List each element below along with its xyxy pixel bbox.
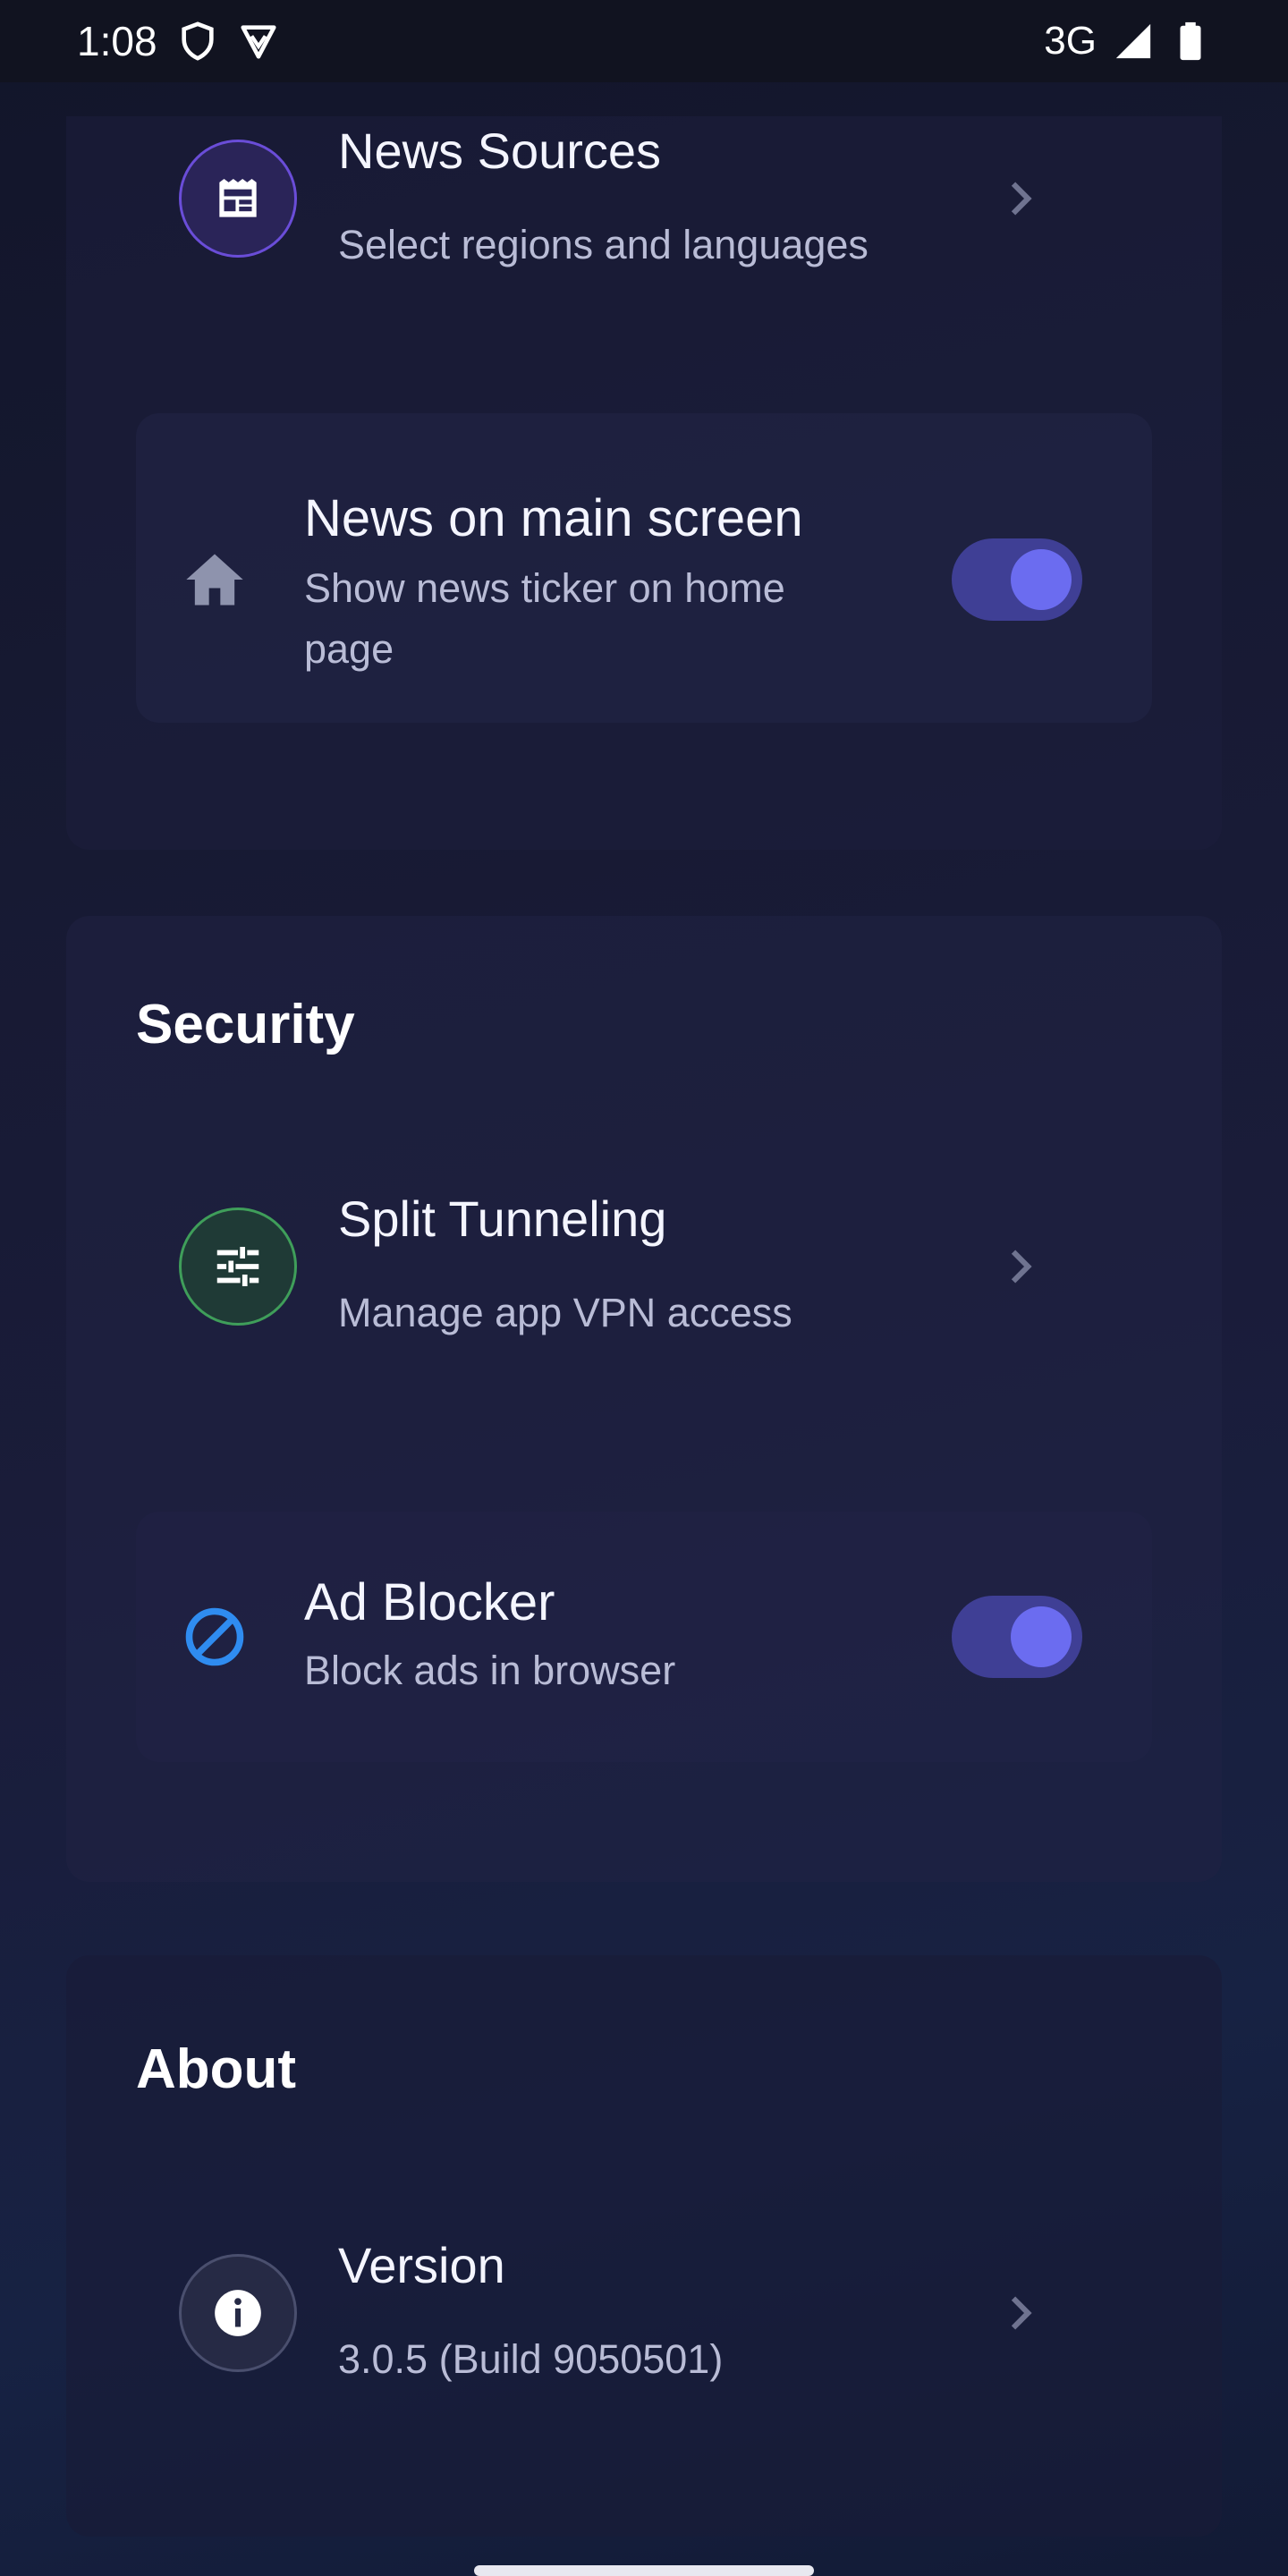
split-tunneling-row[interactable]: Split Tunneling Manage app VPN access	[136, 1177, 1152, 1356]
ad-blocker-toggle[interactable]	[952, 1596, 1082, 1678]
newspaper-icon	[179, 140, 297, 258]
about-section-title: About	[136, 2038, 297, 2100]
home-icon	[186, 554, 243, 606]
ad-blocker-subtitle: Block ads in browser	[304, 1648, 676, 1693]
signal-icon	[1115, 23, 1151, 59]
info-icon	[179, 2254, 297, 2372]
chevron-right-icon	[1011, 1250, 1032, 1284]
version-row[interactable]: Version 3.0.5 (Build 9050501)	[136, 2224, 1152, 2402]
status-bar: 1:08 3G	[0, 0, 1288, 82]
news-on-main-screen-title: News on main screen	[304, 489, 803, 547]
battery-icon	[1180, 21, 1201, 61]
chevron-right-icon	[1011, 182, 1032, 216]
tune-sliders-icon	[179, 1208, 297, 1326]
vpn-badge-icon	[240, 25, 276, 59]
news-sources-subtitle: Select regions and languages	[338, 222, 869, 267]
toggle-knob	[1011, 1606, 1072, 1667]
news-sources-row[interactable]: News Sources Select regions and language…	[136, 109, 1152, 288]
status-time: 1:08	[77, 18, 157, 64]
network-type: 3G	[1044, 19, 1097, 63]
security-section-title: Security	[136, 994, 355, 1055]
block-icon	[185, 1607, 244, 1666]
ad-blocker-title: Ad Blocker	[304, 1573, 555, 1631]
news-on-main-screen-subtitle: Show news ticker on home page	[304, 565, 785, 672]
version-title: Version	[338, 2237, 505, 2293]
news-on-main-screen-row[interactable]: News on main screen Show news ticker on …	[136, 413, 1152, 723]
ad-blocker-row[interactable]: Ad Blocker Block ads in browser	[136, 1512, 1152, 1762]
news-on-main-screen-toggle[interactable]	[952, 538, 1082, 621]
split-tunneling-subtitle: Manage app VPN access	[338, 1290, 792, 1335]
split-tunneling-title: Split Tunneling	[338, 1191, 667, 1247]
version-subtitle: 3.0.5 (Build 9050501)	[338, 2336, 724, 2382]
chevron-right-icon	[1011, 2296, 1032, 2330]
home-indicator[interactable]	[474, 2565, 814, 2576]
toggle-knob	[1011, 549, 1072, 610]
news-sources-title: News Sources	[338, 123, 662, 179]
shield-icon	[181, 21, 214, 61]
